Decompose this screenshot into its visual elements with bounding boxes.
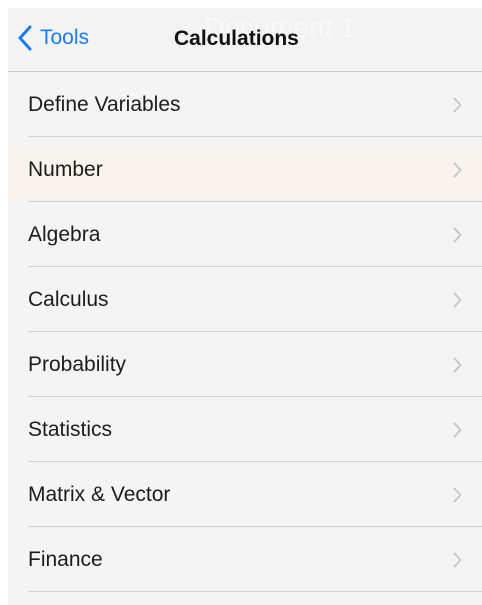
menu-item-label: Probability bbox=[28, 352, 127, 376]
chevron-right-icon bbox=[453, 357, 462, 373]
menu-item-label: Define Variables bbox=[28, 92, 181, 116]
menu-item-finance[interactable]: Finance bbox=[8, 527, 482, 592]
menu-item-matrix-vector[interactable]: Matrix & Vector bbox=[8, 462, 482, 527]
menu-item-probability[interactable]: Probability bbox=[8, 332, 482, 397]
menu-item-label: Finance bbox=[28, 547, 103, 571]
menu-item-label: Number bbox=[28, 157, 103, 181]
chevron-right-icon bbox=[453, 162, 462, 178]
chevron-right-icon bbox=[453, 487, 462, 503]
page-title: Calculations bbox=[174, 27, 299, 50]
calculations-menu-list: Define Variables Number Algebra Calculus… bbox=[8, 72, 482, 592]
menu-item-calculus[interactable]: Calculus bbox=[8, 267, 482, 332]
chevron-right-icon bbox=[453, 422, 462, 438]
menu-item-statistics[interactable]: Statistics bbox=[8, 397, 482, 462]
chevron-right-icon bbox=[453, 97, 462, 113]
back-to-tools-button[interactable]: Tools bbox=[18, 25, 89, 51]
menu-item-label: Algebra bbox=[28, 222, 101, 246]
menu-item-define-variables[interactable]: Define Variables bbox=[8, 72, 482, 137]
menu-item-label: Calculus bbox=[28, 287, 109, 311]
menu-item-label: Statistics bbox=[28, 417, 113, 441]
back-button-label: Tools bbox=[40, 26, 90, 49]
chevron-right-icon bbox=[453, 552, 462, 568]
chevron-right-icon bbox=[453, 227, 462, 243]
chevron-left-icon bbox=[18, 25, 40, 51]
menu-item-algebra[interactable]: Algebra bbox=[8, 202, 482, 267]
navigation-bar: Document 1 Tools Calculations bbox=[8, 8, 482, 72]
menu-item-number[interactable]: Number bbox=[8, 137, 482, 202]
chevron-right-icon bbox=[453, 292, 462, 308]
menu-item-label: Matrix & Vector bbox=[28, 482, 171, 506]
calculations-popover: Document 1 Tools Calculations Define Var… bbox=[8, 8, 482, 605]
